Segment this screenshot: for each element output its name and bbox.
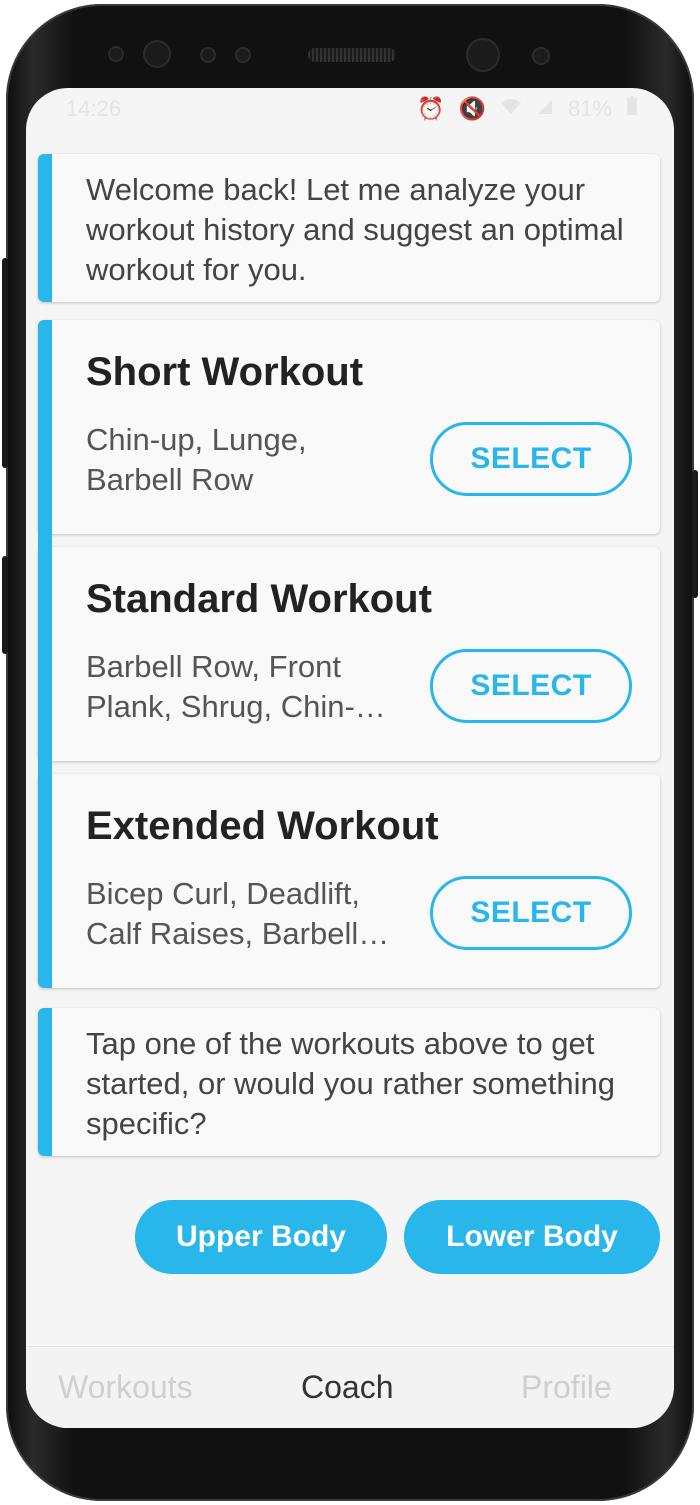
power-button — [692, 470, 698, 598]
app-screen: 14:26 ⏰ 🔇 81% Welcome back! Let me analy… — [26, 88, 674, 1428]
bixby-button — [2, 556, 8, 654]
workout-title: Extended Workout — [86, 804, 439, 848]
select-button[interactable]: SELECT — [430, 876, 632, 950]
battery-icon — [626, 96, 638, 122]
quick-reply-upper-body[interactable]: Upper Body — [135, 1200, 387, 1274]
message-accent-bar — [38, 1008, 52, 1156]
workout-exercises: Barbell Row, Front Plank, Shrug, Chin-… — [86, 649, 386, 724]
prompt-message-card: Tap one of the workouts above to get sta… — [38, 1008, 660, 1156]
sensor-icon — [532, 47, 550, 65]
tab-coach[interactable]: Coach — [301, 1369, 394, 1406]
workout-option-card[interactable]: Extended Workout Bicep Curl, Deadlift, C… — [38, 774, 660, 988]
workout-title: Short Workout — [86, 350, 364, 394]
battery-percent: 81% — [567, 96, 612, 121]
workout-option-card[interactable]: Short Workout Chin-up, Lunge, Barbell Ro… — [38, 320, 660, 534]
select-button[interactable]: SELECT — [430, 422, 632, 496]
sensor-icon — [108, 46, 124, 62]
workout-option-card[interactable]: Standard Workout Barbell Row, Front Plan… — [38, 547, 660, 761]
status-bar: 14:26 ⏰ 🔇 81% — [26, 88, 674, 128]
bottom-tab-bar: Workouts Coach Profile — [26, 1346, 674, 1428]
select-button[interactable]: SELECT — [430, 649, 632, 723]
welcome-message-card: Welcome back! Let me analyze your workou… — [38, 154, 660, 302]
wifi-icon — [500, 96, 522, 122]
status-icons: ⏰ 🔇 81% — [417, 96, 638, 122]
message-accent-bar — [38, 154, 52, 302]
signal-icon — [536, 96, 554, 122]
quick-reply-lower-body[interactable]: Lower Body — [404, 1200, 660, 1274]
proximity-sensor-icon — [200, 47, 216, 63]
prompt-message-text: Tap one of the workouts above to get sta… — [86, 1026, 615, 1141]
welcome-message-text: Welcome back! Let me analyze your workou… — [86, 172, 624, 287]
message-accent-bar — [38, 320, 52, 988]
volume-button — [2, 258, 8, 468]
status-time: 14:26 — [66, 96, 122, 121]
earpiece-speaker — [308, 48, 396, 62]
tab-workouts[interactable]: Workouts — [58, 1369, 193, 1406]
mute-icon: 🔇 — [458, 96, 486, 121]
workout-exercises: Bicep Curl, Deadlift, Calf Raises, Barbe… — [86, 876, 390, 951]
front-camera-icon — [466, 38, 500, 72]
tab-profile[interactable]: Profile — [521, 1369, 612, 1406]
iris-scanner-icon — [143, 40, 171, 68]
workout-exercises: Chin-up, Lunge, Barbell Row — [86, 422, 307, 497]
alarm-icon: ⏰ — [417, 96, 445, 121]
workout-title: Standard Workout — [86, 577, 432, 621]
light-sensor-icon — [235, 47, 251, 63]
